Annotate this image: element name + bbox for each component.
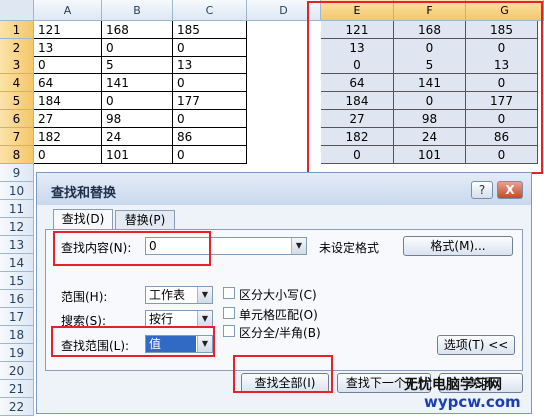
dialog-title: 查找和替换 (51, 186, 117, 201)
cell-left-r4-c1[interactable]: 64 (34, 74, 102, 92)
row-header-8[interactable]: 8 (0, 146, 34, 164)
highlight-box-data-range (307, 1, 543, 174)
match-byte-label: 区分全/半角(B) (239, 326, 321, 340)
select-all-corner[interactable] (0, 0, 34, 21)
match-case-label: 区分大小写(C) (239, 288, 317, 302)
column-header-a[interactable]: A (34, 0, 102, 21)
cell-left-r4-c2[interactable]: 141 (102, 74, 173, 92)
cell-left-r3-c1[interactable]: 0 (34, 56, 102, 74)
cell-left-r2-c3[interactable]: 0 (173, 39, 247, 57)
search-order-dropdown-icon[interactable]: ▼ (197, 311, 212, 327)
cell-left-r5-c2[interactable]: 0 (102, 92, 173, 110)
cell-left-r5-c1[interactable]: 184 (34, 92, 102, 110)
tab-find[interactable]: 查找(D) (53, 209, 113, 231)
cell-left-r3-c2[interactable]: 5 (102, 56, 173, 74)
help-button[interactable]: ? (471, 181, 493, 199)
cell-left-r1-c1[interactable]: 121 (34, 21, 102, 39)
cell-left-r2-c2[interactable]: 0 (102, 39, 173, 57)
match-entire-cell-label: 单元格匹配(O) (239, 308, 318, 322)
format-button[interactable]: 格式(M)... (403, 236, 513, 256)
match-byte-checkbox[interactable] (223, 325, 235, 337)
find-history-dropdown-icon[interactable]: ▼ (291, 238, 306, 254)
cell-left-r6-c2[interactable]: 98 (102, 110, 173, 128)
row-header-5[interactable]: 5 (0, 92, 34, 110)
cell-left-r7-c3[interactable]: 86 (173, 128, 247, 146)
match-case-checkbox[interactable] (223, 287, 235, 299)
highlight-box-find-all (233, 355, 333, 393)
cell-left-r8-c3[interactable]: 0 (173, 146, 247, 164)
row-header-22[interactable]: 22 (0, 398, 34, 416)
cell-left-r7-c1[interactable]: 182 (34, 128, 102, 146)
row-header-3[interactable]: 3 (0, 56, 34, 74)
highlight-box-find-what (53, 231, 211, 266)
row-header-13[interactable]: 13 (0, 236, 34, 254)
format-status: 未设定格式 (319, 241, 380, 255)
row-header-21[interactable]: 21 (0, 380, 34, 398)
row-header-12[interactable]: 12 (0, 218, 34, 236)
row-header-19[interactable]: 19 (0, 344, 34, 362)
scope-label: 范围(H): (61, 290, 108, 304)
watermark-url: wypcw.com (424, 393, 521, 411)
column-header-b[interactable]: B (102, 0, 173, 21)
row-header-20[interactable]: 20 (0, 362, 34, 380)
row-header-14[interactable]: 14 (0, 254, 34, 272)
close-icon[interactable]: X (497, 181, 523, 199)
cell-left-r8-c2[interactable]: 101 (102, 146, 173, 164)
cell-left-r6-c1[interactable]: 27 (34, 110, 102, 128)
row-header-7[interactable]: 7 (0, 128, 34, 146)
row-header-9[interactable]: 9 (0, 164, 34, 182)
row-header-6[interactable]: 6 (0, 110, 34, 128)
row-header-16[interactable]: 16 (0, 290, 34, 308)
tab-replace[interactable]: 替换(P) (115, 210, 175, 230)
match-entire-cell-checkbox[interactable] (223, 307, 235, 319)
cell-left-r1-c3[interactable]: 185 (173, 21, 247, 39)
column-header-c[interactable]: C (173, 0, 247, 21)
row-header-11[interactable]: 11 (0, 200, 34, 218)
watermark-title: 无忧电脑学习网 (404, 377, 502, 393)
cell-left-r7-c2[interactable]: 24 (102, 128, 173, 146)
cell-left-r4-c3[interactable]: 0 (173, 74, 247, 92)
cell-left-r1-c2[interactable]: 168 (102, 21, 173, 39)
row-header-1[interactable]: 1 (0, 21, 34, 39)
scope-dropdown-icon[interactable]: ▼ (197, 287, 212, 303)
row-header-18[interactable]: 18 (0, 326, 34, 344)
row-header-10[interactable]: 10 (0, 182, 34, 200)
cell-left-r2-c1[interactable]: 13 (34, 39, 102, 57)
row-header-17[interactable]: 17 (0, 308, 34, 326)
cell-left-r3-c3[interactable]: 13 (173, 56, 247, 74)
row-header-15[interactable]: 15 (0, 272, 34, 290)
row-header-4[interactable]: 4 (0, 74, 34, 92)
cell-left-r5-c3[interactable]: 177 (173, 92, 247, 110)
options-button[interactable]: 选项(T) << (437, 335, 515, 355)
cell-left-r8-c1[interactable]: 0 (34, 146, 102, 164)
row-header-2[interactable]: 2 (0, 39, 34, 57)
highlight-box-look-in (51, 326, 215, 357)
cell-left-r6-c3[interactable]: 0 (173, 110, 247, 128)
